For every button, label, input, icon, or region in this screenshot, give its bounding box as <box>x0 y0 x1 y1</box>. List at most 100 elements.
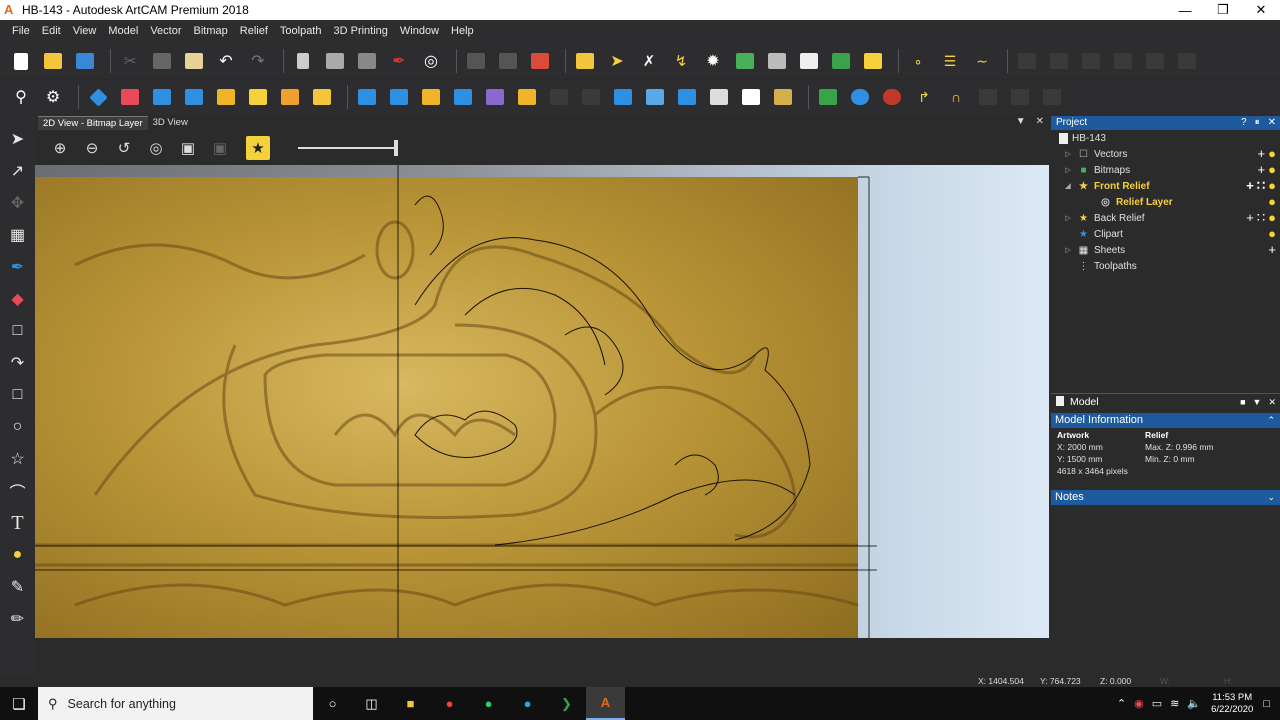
spline-icon[interactable]: ∼ <box>969 48 995 74</box>
node-points-icon[interactable]: ∘ <box>905 48 931 74</box>
checker-icon[interactable] <box>879 84 905 110</box>
add-sheet-icon[interactable]: + <box>1268 242 1276 258</box>
add-layer-icon[interactable] <box>815 84 841 110</box>
menu-relief[interactable]: Relief <box>234 25 274 37</box>
tree-item-back-relief[interactable]: ▷ ★ Back Relief + ∷ ● <box>1051 210 1280 226</box>
paint-brush-icon[interactable]: ✒ <box>5 254 31 280</box>
tree-item-front-relief[interactable]: ◢ ★ Front Relief + ∷ ● <box>1051 178 1280 194</box>
weld-icon[interactable] <box>732 48 758 74</box>
zoom-actual-icon[interactable]: ◎ <box>144 136 168 160</box>
zoom-in-icon[interactable]: ⊕ <box>48 136 72 160</box>
drop-icon[interactable]: ● <box>5 542 31 568</box>
select-arrow-icon[interactable]: ➤ <box>5 126 31 152</box>
visibility-bulb-icon[interactable]: ● <box>1268 178 1276 194</box>
pin-icon[interactable]: ⏸ <box>1255 116 1260 130</box>
pen-icon[interactable]: ✒ <box>386 48 412 74</box>
layer-gold-icon[interactable] <box>770 84 796 110</box>
visibility-bulb-icon[interactable]: ● <box>1268 226 1276 242</box>
vector-folder-icon[interactable] <box>572 48 598 74</box>
menu-vector[interactable]: Vector <box>144 25 187 37</box>
bucket-icon[interactable] <box>847 84 873 110</box>
vector-arrow-icon[interactable]: ➤ <box>604 48 630 74</box>
node-edit-icon[interactable] <box>463 48 489 74</box>
two-rail-icon[interactable] <box>245 84 271 110</box>
model-close-icon[interactable]: ✕ <box>1268 394 1276 410</box>
circle-icon[interactable]: ○ <box>5 414 31 440</box>
battery-icon[interactable]: ▭ <box>1152 697 1162 710</box>
layer-grid-icon[interactable]: ∷ <box>1257 210 1265 226</box>
zoom-box-icon[interactable]: ⚲ <box>8 84 34 110</box>
project-root[interactable]: HB-143 <box>1051 130 1280 146</box>
undo-icon[interactable]: ↶ <box>213 48 239 74</box>
notes-header[interactable]: Notes ⌄ <box>1051 490 1280 505</box>
notifications-icon[interactable]: □ <box>1263 698 1270 710</box>
whatsapp-icon[interactable]: ● <box>469 687 508 720</box>
boundary-icon[interactable] <box>796 48 822 74</box>
node-select-icon[interactable]: ↗ <box>5 158 31 184</box>
model-pin-icon[interactable]: ■ <box>1240 394 1245 410</box>
clock[interactable]: 11:53 PM 6/22/2020 <box>1211 692 1253 716</box>
add-bitmap-icon[interactable]: + <box>1258 162 1266 178</box>
transform-icon[interactable]: ✥ <box>5 190 31 216</box>
menu-file[interactable]: File <box>6 25 36 37</box>
help-icon[interactable]: ? <box>1241 116 1247 130</box>
taskbar-search[interactable]: ⚲ Search for anything <box>38 687 313 720</box>
sculpt-icon[interactable] <box>514 84 540 110</box>
zoom-previous-icon[interactable]: ↺ <box>112 136 136 160</box>
disabled-tool-6-icon[interactable] <box>1174 48 1200 74</box>
powershell-icon[interactable]: ❯ <box>547 687 586 720</box>
chevron-up-icon[interactable]: ⌃ <box>1267 413 1275 428</box>
star-tool-icon[interactable]: ☆ <box>5 446 31 472</box>
tree-item-toolpaths[interactable]: ⋮ Toolpaths <box>1051 258 1280 274</box>
expand-arrow-icon[interactable]: ▷ <box>1063 246 1073 254</box>
model-size-icon[interactable] <box>290 48 316 74</box>
offset-icon[interactable] <box>764 48 790 74</box>
expand-arrow-icon[interactable]: ▷ <box>1063 214 1073 222</box>
layer-blue-icon[interactable] <box>674 84 700 110</box>
cut-icon[interactable]: ✂ <box>117 48 143 74</box>
disabled-tool-3-icon[interactable] <box>1078 48 1104 74</box>
sculpt-grid-icon[interactable]: ▦ <box>5 222 31 248</box>
menu-model[interactable]: Model <box>102 25 144 37</box>
wifi-icon[interactable]: ≋ <box>1170 697 1179 710</box>
relief-disabled-2-icon[interactable] <box>578 84 604 110</box>
polyline-icon[interactable]: ↷ <box>5 350 31 376</box>
pencil-icon[interactable]: ✏ <box>5 606 31 632</box>
zoom-disabled-icon[interactable]: ▣ <box>208 136 232 160</box>
brackets-icon[interactable]: ↱ <box>911 84 937 110</box>
relief-folder-icon[interactable] <box>309 84 335 110</box>
visibility-bulb-icon[interactable]: ● <box>1268 210 1276 226</box>
windows-start-icon[interactable]: ❏ <box>0 687 38 720</box>
visibility-bulb-icon[interactable]: ● <box>1268 146 1276 162</box>
volume-icon[interactable]: 🔈 <box>1187 697 1201 710</box>
disabled-tool-5-icon[interactable] <box>1142 48 1168 74</box>
trim-icon[interactable]: ✗ <box>636 48 662 74</box>
merge-icon[interactable] <box>482 84 508 110</box>
redo-icon[interactable]: ↷ <box>245 48 271 74</box>
relief-disabled-5-icon[interactable] <box>1039 84 1065 110</box>
add-vector-icon[interactable]: + <box>1258 146 1266 162</box>
relief-disabled-4-icon[interactable] <box>1007 84 1033 110</box>
paste-icon[interactable] <box>181 48 207 74</box>
weave-icon[interactable] <box>277 84 303 110</box>
shape-editor-icon[interactable] <box>85 84 111 110</box>
add-relief-icon[interactable] <box>354 84 380 110</box>
minimize-button[interactable]: — <box>1166 0 1204 20</box>
view-3d-icon[interactable]: ⚙ <box>40 84 66 110</box>
arc-icon[interactable]: ⌒ <box>5 478 31 504</box>
tree-item-vectors[interactable]: ▷ ☐ Vectors + ● <box>1051 146 1280 162</box>
smooth-relief-icon[interactable] <box>450 84 476 110</box>
copy-icon[interactable] <box>149 48 175 74</box>
model-info-header[interactable]: Model Information ⌃ <box>1051 413 1280 428</box>
bitmap-icon[interactable] <box>322 48 348 74</box>
new-file-icon[interactable] <box>8 48 34 74</box>
open-folder-icon[interactable] <box>40 48 66 74</box>
save-icon[interactable] <box>72 48 98 74</box>
zoom-slider-thumb[interactable] <box>394 140 398 156</box>
subtract-relief-icon[interactable] <box>386 84 412 110</box>
add-layer-plus-icon[interactable]: + <box>1246 178 1254 194</box>
menu-edit[interactable]: Edit <box>36 25 67 37</box>
spin-icon[interactable] <box>181 84 207 110</box>
text-tool-icon[interactable]: T <box>5 510 31 536</box>
zoom-fit-icon[interactable]: ▣ <box>176 136 200 160</box>
